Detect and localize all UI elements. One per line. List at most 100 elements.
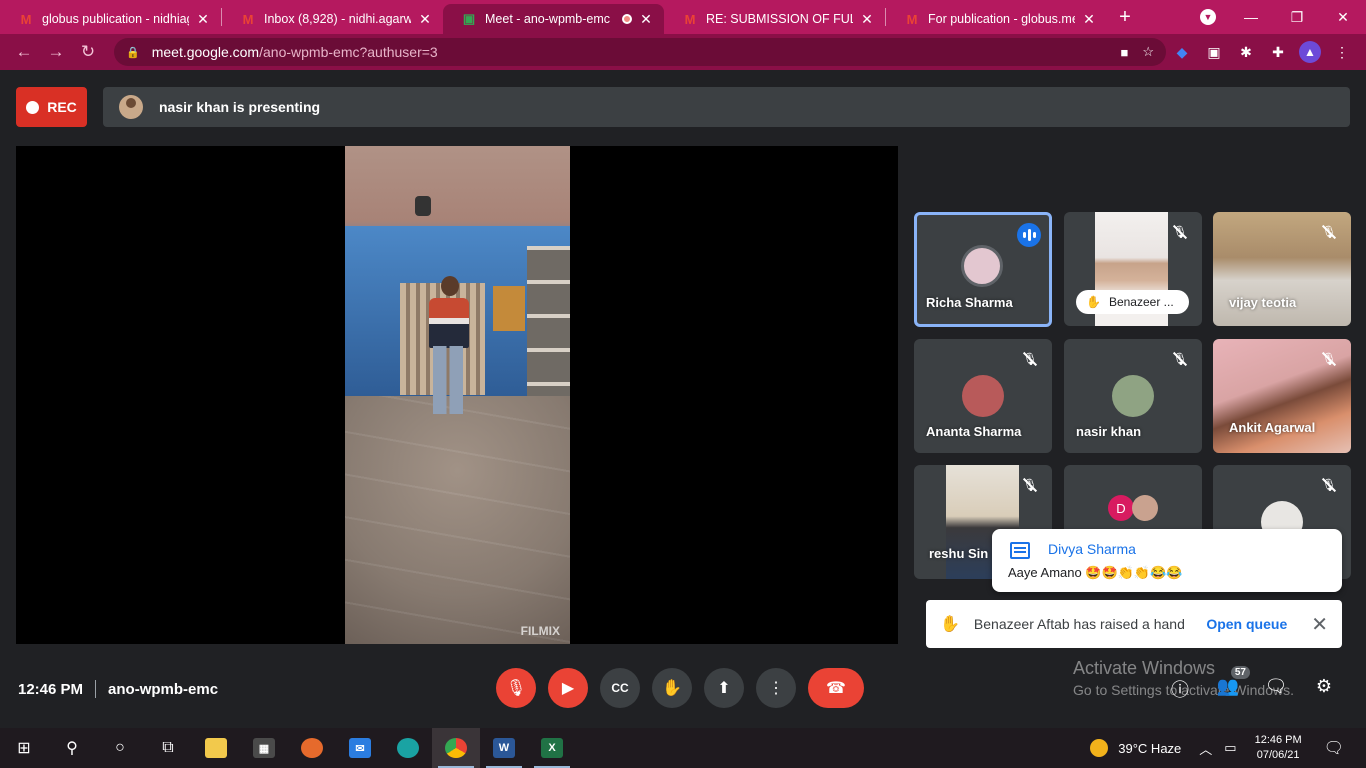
participant-tile-benazeer[interactable]: ✋ Benazeer ... <box>1064 212 1202 326</box>
clock[interactable]: 12:46 PM 07/06/21 <box>1255 733 1302 763</box>
camera-permission-icon[interactable]: ■ <box>1120 45 1128 60</box>
edge-icon[interactable] <box>384 728 432 768</box>
participant-name: vijay teotia <box>1229 295 1297 310</box>
mic-off-icon <box>1022 477 1038 493</box>
search-icon[interactable]: ⚲ <box>48 728 96 768</box>
leave-call-button[interactable]: ☎ <box>808 668 864 708</box>
presenting-text: nasir khan is presenting <box>159 99 321 115</box>
tab-search-icon[interactable]: ▼ <box>1200 9 1216 25</box>
tab-title: Meet - ano-wpmb-emc <box>485 12 611 26</box>
participant-tile-ankit[interactable]: Ankit Agarwal <box>1213 339 1351 453</box>
presentation-stage: FILMIX <box>16 146 898 644</box>
system-tray: 39°C Haze ︿ ▭ 12:46 PM 07/06/21 🗨 <box>1090 728 1366 768</box>
meet-area: REC nasir khan is presenting FILMIX Rich… <box>0 70 1366 728</box>
captions-button[interactable]: CC <box>600 668 640 708</box>
windows-start-icon[interactable]: ⊞ <box>0 728 48 768</box>
close-icon[interactable]: ✕ <box>859 11 875 28</box>
extensions-puzzle-icon[interactable]: ✚ <box>1262 36 1294 68</box>
chat-sender: Divya Sharma <box>1048 541 1136 557</box>
avatar: D <box>1108 495 1134 521</box>
close-icon[interactable]: ✕ <box>1081 11 1097 28</box>
tab-submission[interactable]: M RE: SUBMISSION OF FULL PAP ✕ <box>664 4 885 34</box>
mic-off-icon <box>1172 351 1188 367</box>
participant-name: Ananta Sharma <box>926 424 1022 439</box>
gmail-icon: M <box>242 11 254 27</box>
tab-globus-publication[interactable]: M globus publication - nidhiaga ✕ <box>0 4 221 34</box>
reload-icon[interactable]: ↻ <box>72 36 104 68</box>
meeting-controls-bar: 12:46 PM ano-wpmb-emc 🎙 ▶ CC ✋ ⬆ ⋮ ☎ Act… <box>0 658 1366 728</box>
tab-inbox[interactable]: M Inbox (8,928) - nidhi.agarwal6 ✕ <box>222 4 443 34</box>
participant-name: nasir khan <box>1076 424 1142 439</box>
participant-tile-ananta[interactable]: Ananta Sharma <box>914 339 1052 453</box>
meeting-time: 12:46 PM <box>18 680 84 698</box>
window-controls: — ❐ ✕ <box>1228 0 1366 34</box>
extension-icon[interactable]: ◆ <box>1166 36 1198 68</box>
open-queue-button[interactable]: Open queue <box>1206 616 1287 632</box>
window-close-icon[interactable]: ✕ <box>1320 0 1366 34</box>
mail-icon[interactable]: ✉ <box>336 728 384 768</box>
extension-icon[interactable]: ✱ <box>1230 36 1262 68</box>
back-icon[interactable]: ← <box>8 36 40 68</box>
notification-center-icon[interactable]: 🗨 <box>1324 738 1344 758</box>
participant-name: reshu Sin <box>929 546 989 561</box>
people-icon[interactable]: 👥 57 <box>1216 666 1250 697</box>
forward-icon[interactable]: → <box>40 36 72 68</box>
store-icon[interactable]: ▦ <box>240 728 288 768</box>
taskbar-date: 07/06/21 <box>1256 749 1300 761</box>
microphone-off-button[interactable]: 🎙 <box>496 668 536 708</box>
minimize-icon[interactable]: — <box>1228 0 1274 34</box>
battery-icon[interactable]: ▭ <box>1224 740 1236 756</box>
hand-icon: ✋ <box>940 616 960 633</box>
participant-tile-richa[interactable]: Richa Sharma <box>914 212 1052 327</box>
participant-tile-nasir[interactable]: nasir khan <box>1064 339 1202 453</box>
more-options-button[interactable]: ⋮ <box>756 668 796 708</box>
cortana-icon[interactable]: ○ <box>96 728 144 768</box>
tab-title: globus publication - nidhiaga <box>42 12 189 26</box>
tab-title: Inbox (8,928) - nidhi.agarwal6 <box>264 12 411 26</box>
new-tab-button[interactable]: + <box>1107 6 1143 29</box>
people-count-badge: 57 <box>1230 666 1250 679</box>
meeting-details-icon[interactable]: ⓘ <box>1168 676 1192 702</box>
activities-icon[interactable]: ⚙ <box>1312 676 1336 697</box>
chat-notification[interactable]: Divya Sharma Aaye Amano 🤩🤩👏👏😂😂 <box>992 529 1342 592</box>
recording-badge[interactable]: REC <box>16 87 87 127</box>
restore-icon[interactable]: ❐ <box>1274 0 1320 34</box>
taskbar-time: 12:46 PM <box>1254 734 1302 746</box>
avatar <box>1112 375 1154 417</box>
speaking-indicator-icon <box>1017 223 1041 247</box>
chrome-icon[interactable] <box>432 728 480 768</box>
weather-widget[interactable]: 39°C Haze <box>1090 739 1181 757</box>
profile-avatar[interactable]: ▲ <box>1294 36 1326 68</box>
camera-off-button[interactable]: ▶ <box>548 668 588 708</box>
participant-name: Ankit Agarwal <box>1229 420 1316 435</box>
address-bar[interactable]: 🔒 meet.google.com/ano-wpmb-emc?authuser=… <box>114 38 1166 66</box>
tab-meet[interactable]: ▣ Meet - ano-wpmb-emc ✕ <box>443 4 664 34</box>
tray-overflow-icon[interactable]: ︿ <box>1199 739 1212 758</box>
rec-label: REC <box>47 99 77 115</box>
weather-text: 39°C Haze <box>1118 740 1182 756</box>
lock-icon[interactable]: 🔒 <box>126 46 140 59</box>
participant-name: Benazeer ... <box>1108 295 1174 309</box>
present-now-button[interactable]: ⬆ <box>704 668 744 708</box>
excel-icon[interactable]: X <box>528 728 576 768</box>
video-watermark: FILMIX <box>520 624 560 638</box>
raise-hand-button[interactable]: ✋ <box>652 668 692 708</box>
avatar <box>962 375 1004 417</box>
participant-tile-vijay[interactable]: vijay teotia <box>1213 212 1351 326</box>
presented-video: FILMIX <box>345 146 570 644</box>
firefox-icon[interactable] <box>288 728 336 768</box>
chat-panel-icon[interactable]: 🗨 <box>1264 676 1288 697</box>
bookmark-star-icon[interactable]: ☆ <box>1142 44 1154 60</box>
word-icon[interactable]: W <box>480 728 528 768</box>
task-view-icon[interactable]: ⧉ <box>144 728 192 768</box>
file-explorer-icon[interactable] <box>192 728 240 768</box>
menu-kebab-icon[interactable]: ⋮ <box>1326 36 1358 68</box>
recording-indicator-icon <box>622 14 632 24</box>
close-icon[interactable]: ✕ <box>195 11 211 28</box>
close-icon[interactable]: ✕ <box>638 11 654 28</box>
close-icon[interactable]: ✕ <box>417 11 433 28</box>
extension-icon[interactable]: ▣ <box>1198 36 1230 68</box>
close-icon[interactable]: ✕ <box>1311 612 1328 637</box>
tab-for-publication[interactable]: M For publication - globus.met ✕ <box>886 4 1107 34</box>
mic-off-icon <box>1172 224 1188 240</box>
